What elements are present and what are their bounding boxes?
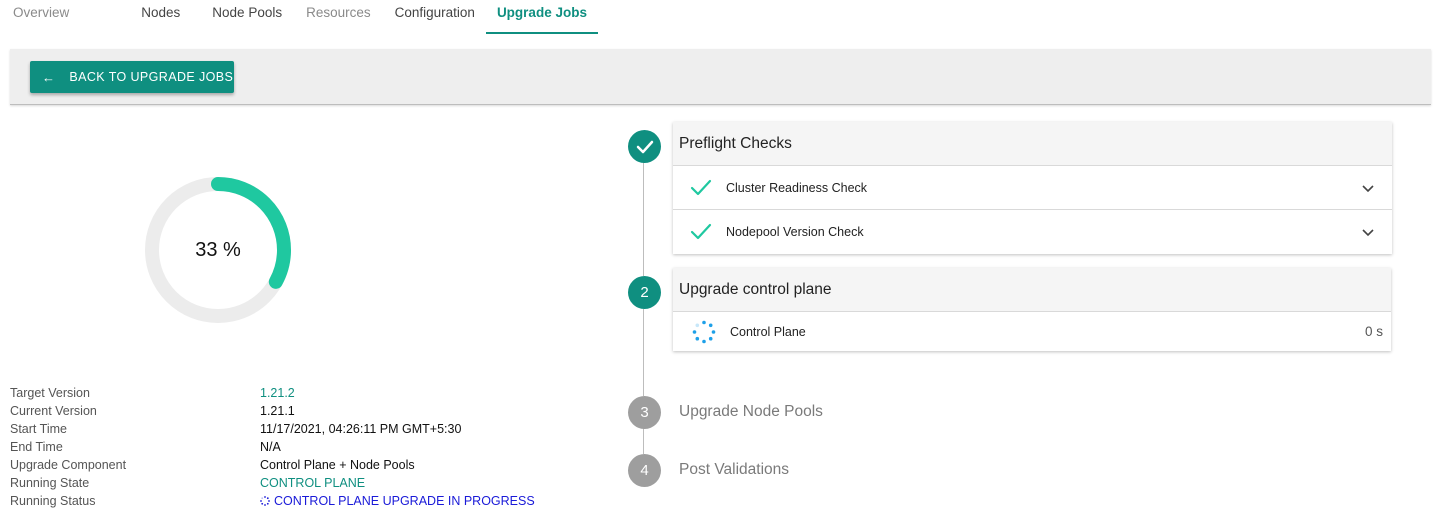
stepper-connector xyxy=(643,309,644,396)
running-state-value: CONTROL PLANE xyxy=(260,476,366,490)
chevron-down-icon[interactable] xyxy=(1362,182,1374,194)
spinner-icon xyxy=(692,320,716,343)
list-item[interactable]: Nodepool Version Check xyxy=(673,210,1392,254)
progress-percent: 33 % xyxy=(195,238,241,261)
upgrade-details: Target Version 1.21.2 Current Version 1.… xyxy=(10,384,610,510)
step-number: 3 xyxy=(640,404,649,421)
back-button-label: BACK TO UPGRADE JOBS xyxy=(69,70,234,84)
end-time-value: N/A xyxy=(260,440,281,454)
step-title: Upgrade Node Pools xyxy=(679,403,823,420)
stepper-connector xyxy=(643,428,644,454)
target-version-value: 1.21.2 xyxy=(260,386,295,400)
upgrade-component-value: Control Plane + Node Pools xyxy=(260,458,415,472)
tab-configuration[interactable]: Configuration xyxy=(384,0,486,34)
check-icon xyxy=(636,140,653,153)
running-status-value: CONTROL PLANE UPGRADE IN PROGRESS xyxy=(260,492,535,510)
check-label: Cluster Readiness Check xyxy=(726,180,868,195)
detail-key: Running Status xyxy=(10,494,96,508)
start-time-value: 11/17/2021, 04:26:11 PM GMT+5:30 xyxy=(260,422,462,436)
detail-row: End Time N/A xyxy=(10,438,610,456)
step-1-done-circle xyxy=(628,130,661,163)
detail-key: Running State xyxy=(10,476,90,490)
control-plane-label: Control Plane xyxy=(730,324,806,339)
tab-bar: Overview Nodes Node Pools Resources Conf… xyxy=(0,0,598,36)
detail-key: Upgrade Component xyxy=(10,458,127,472)
detail-key: End Time xyxy=(10,440,63,454)
step-title: Post Validations xyxy=(679,461,789,478)
check-label: Nodepool Version Check xyxy=(726,225,864,239)
step-preflight-card: Preflight Checks Cluster Readiness Check… xyxy=(673,122,1392,254)
tab-resources[interactable]: Resources xyxy=(295,0,382,34)
progress-donut: 33 % xyxy=(138,170,298,330)
step-3-circle: 3 xyxy=(628,396,661,429)
spinner-icon xyxy=(260,496,270,506)
detail-row: Current Version 1.21.1 xyxy=(10,402,610,420)
running-status-text: CONTROL PLANE UPGRADE IN PROGRESS xyxy=(274,494,535,508)
list-item: Control Plane 0 s xyxy=(673,312,1391,351)
step-title: Upgrade control plane xyxy=(673,268,1391,312)
step-2-circle: 2 xyxy=(628,276,661,309)
detail-key: Target Version xyxy=(10,386,90,400)
detail-row: Running Status CONTROL PLANE UPGRADE IN … xyxy=(10,492,610,510)
check-icon xyxy=(690,223,712,240)
step-control-plane-card: Upgrade control plane Control Plane 0 s xyxy=(673,268,1391,351)
chevron-down-icon[interactable] xyxy=(1362,226,1374,238)
tab-overview[interactable]: Overview xyxy=(0,0,80,34)
detail-key: Start Time xyxy=(10,422,67,436)
detail-row: Running State CONTROL PLANE xyxy=(10,474,610,492)
tab-upgrade-jobs[interactable]: Upgrade Jobs xyxy=(485,0,598,34)
detail-row: Target Version 1.21.2 xyxy=(10,384,610,402)
stepper-connector xyxy=(643,162,644,276)
current-version-value: 1.21.1 xyxy=(260,404,295,418)
check-icon xyxy=(690,179,712,195)
back-to-upgrade-jobs-button[interactable]: ← BACK TO UPGRADE JOBS xyxy=(30,61,234,93)
tab-node-pools[interactable]: Node Pools xyxy=(201,0,293,34)
step-title: Preflight Checks xyxy=(673,122,1392,166)
detail-row: Start Time 11/17/2021, 04:26:11 PM GMT+5… xyxy=(10,420,610,438)
list-item[interactable]: Cluster Readiness Check xyxy=(673,166,1392,210)
step-number: 2 xyxy=(640,284,649,301)
tab-nodes[interactable]: Nodes xyxy=(130,0,191,34)
step-number: 4 xyxy=(640,462,649,479)
detail-key: Current Version xyxy=(10,404,97,418)
duration-value: 0 s xyxy=(1364,324,1383,339)
back-toolbar: ← BACK TO UPGRADE JOBS xyxy=(10,49,1431,105)
arrow-left-icon: ← xyxy=(42,69,56,85)
step-4-circle: 4 xyxy=(628,454,661,487)
detail-row: Upgrade Component Control Plane + Node P… xyxy=(10,456,610,474)
